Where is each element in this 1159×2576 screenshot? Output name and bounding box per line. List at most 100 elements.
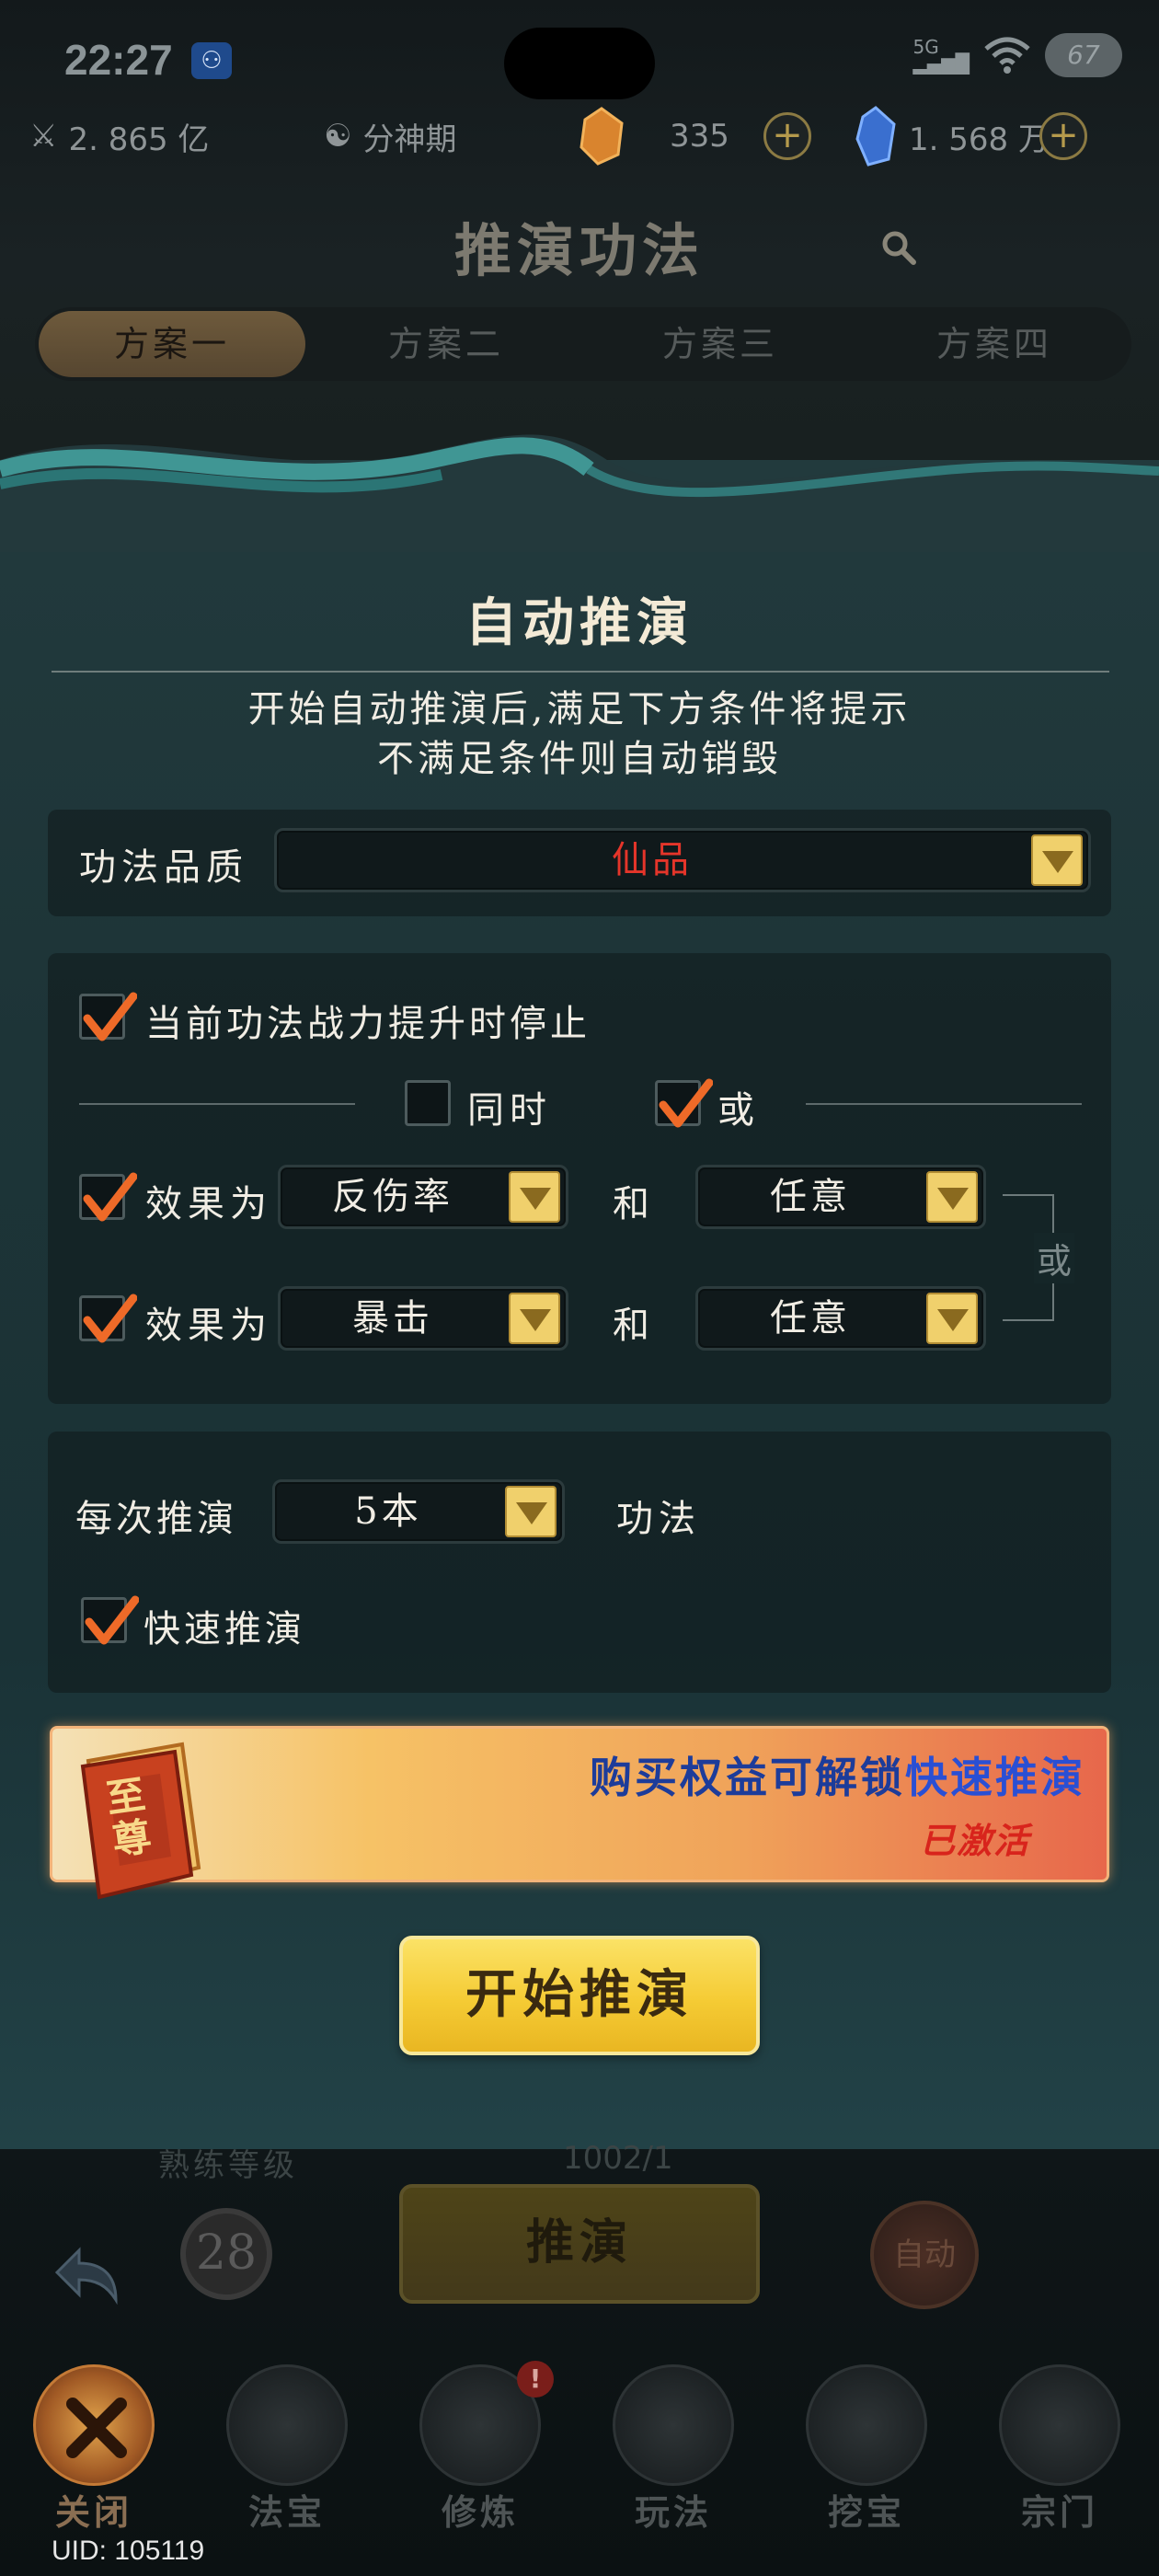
tooth-icon: ⚇ xyxy=(191,42,232,79)
chevron-down-icon[interactable] xyxy=(926,1171,978,1223)
effect-2-value-dropdown[interactable]: 任意 xyxy=(695,1286,986,1351)
mode-or-label: 或 xyxy=(717,1089,760,1132)
deduce-settings-card xyxy=(48,1432,1111,1693)
per-deduce-unit: 功法 xyxy=(616,1498,701,1540)
deduce-count: 1002/1 xyxy=(563,2140,673,2177)
per-deduce-label: 每次推演 xyxy=(75,1498,237,1540)
nav-item-sect[interactable]: 宗门 xyxy=(977,2364,1142,2548)
add-gem-button[interactable]: + xyxy=(1039,112,1087,160)
effect-1-checkbox[interactable] xyxy=(79,1172,137,1222)
banner-text: 购买权益可解锁快速推演 xyxy=(515,1744,1085,1805)
page-title: 推演功法 xyxy=(453,217,705,284)
checkmark-icon xyxy=(659,1078,713,1128)
fast-deduce-label: 快速推演 xyxy=(143,1608,305,1650)
effect-2-and: 和 xyxy=(613,1305,655,1347)
pagoda-icon xyxy=(999,2364,1120,2486)
wifi-icon xyxy=(984,37,1030,74)
nav-item-close[interactable]: 关闭 xyxy=(11,2364,177,2548)
nav-item-label: 宗门 xyxy=(1020,2491,1098,2533)
per-deduce-dropdown[interactable]: 5本 xyxy=(272,1479,565,1544)
checkmark-icon xyxy=(83,1294,137,1343)
yin-yang-icon: ☯ xyxy=(324,118,352,155)
nav-item-label: 玩法 xyxy=(634,2491,712,2533)
chevron-down-icon[interactable] xyxy=(509,1171,560,1223)
artifact-icon xyxy=(226,2364,348,2486)
spirit-stone-value: 335 xyxy=(670,118,729,155)
camera-notch xyxy=(504,28,655,99)
effect-2-value: 任意 xyxy=(770,1297,851,1340)
chevron-down-icon[interactable] xyxy=(1031,834,1083,886)
nav-item-label: 关闭 xyxy=(54,2491,132,2533)
nav-item-gameplay[interactable]: 玩法 xyxy=(591,2364,756,2548)
effect-2-type-dropdown[interactable]: 暴击 xyxy=(278,1286,568,1351)
battery-indicator: 67 xyxy=(1045,33,1122,77)
search-icon[interactable] xyxy=(879,228,918,267)
or-group-label: 或 xyxy=(1034,1233,1074,1283)
tab-plan-4[interactable]: 方案四 xyxy=(861,311,1128,377)
effect-1-type-value: 反伤率 xyxy=(332,1176,453,1218)
intro-line-2: 不满足条件则自动销毁 xyxy=(377,738,782,780)
power-value: 2. 865 亿 xyxy=(68,121,210,158)
effect-2-label: 效果为 xyxy=(145,1305,272,1347)
auto-button[interactable]: 自动 xyxy=(870,2201,979,2309)
book-title: 至尊 xyxy=(103,1771,155,1864)
user-id: UID: 105119 xyxy=(52,2536,205,2566)
mode-or-checkbox[interactable] xyxy=(655,1078,713,1128)
banner-text-highlight: 快速推演 xyxy=(905,1753,1085,1802)
quality-dropdown[interactable]: 仙品 xyxy=(274,828,1091,892)
gem-value: 1. 568 万 xyxy=(909,121,1050,158)
cultivation-alert-badge: ! xyxy=(517,2361,554,2398)
proficiency-level: 28 xyxy=(180,2208,272,2300)
add-spirit-stone-button[interactable]: + xyxy=(763,112,811,160)
mode-both-checkbox[interactable] xyxy=(405,1080,451,1126)
tab-plan-1[interactable]: 方案一 xyxy=(39,311,305,377)
blue-crystal-icon xyxy=(855,106,896,167)
effect-2-type-value: 暴击 xyxy=(352,1297,433,1340)
chevron-down-icon[interactable] xyxy=(509,1293,560,1344)
gem-resource: 1. 568 万 xyxy=(854,106,1050,167)
status-time: 22:27 xyxy=(64,36,173,84)
quality-label: 功法品质 xyxy=(79,846,248,889)
start-deduce-button[interactable]: 开始推演 xyxy=(399,1936,760,2055)
fast-deduce-checkbox[interactable] xyxy=(81,1595,139,1645)
stop-on-power-up-checkbox[interactable] xyxy=(79,992,137,1041)
shovel-icon xyxy=(806,2364,927,2486)
divider-left xyxy=(79,1103,355,1105)
add-spirit-stone-area[interactable]: + xyxy=(763,109,811,164)
intro-line-1: 开始自动推演后,满足下方条件将提示 xyxy=(247,688,912,730)
effect-1-value: 任意 xyxy=(770,1176,851,1218)
deduce-button[interactable]: 推演 xyxy=(399,2184,760,2304)
effect-1-type-dropdown[interactable]: 反伤率 xyxy=(278,1165,568,1229)
checkmark-icon xyxy=(83,1172,137,1222)
tab-plan-2[interactable]: 方案二 xyxy=(313,311,580,377)
add-gem-area[interactable]: + xyxy=(1039,109,1087,164)
nav-item-treasure[interactable]: 挖宝 xyxy=(784,2364,949,2548)
power-resource: ⚔ 2. 865 亿 xyxy=(29,109,209,164)
amber-gem-icon xyxy=(580,107,624,166)
nav-item-label: 修炼 xyxy=(441,2491,519,2533)
realm-value: 分神期 xyxy=(362,121,457,158)
effect-1-value-dropdown[interactable]: 任意 xyxy=(695,1165,986,1229)
checkmark-icon xyxy=(83,992,137,1041)
divider-right xyxy=(806,1103,1082,1105)
effect-1-label: 效果为 xyxy=(145,1183,272,1225)
realm-resource: ☯ 分神期 xyxy=(324,109,456,164)
network-type: 5G xyxy=(912,36,939,58)
stop-on-power-up-label: 当前功法战力提升时停止 xyxy=(145,1003,591,1045)
chevron-down-icon[interactable] xyxy=(926,1293,978,1344)
effect-2-checkbox[interactable] xyxy=(79,1294,137,1343)
plan-tabs: 方案一 方案二 方案三 方案四 xyxy=(35,307,1131,381)
chevron-down-icon[interactable] xyxy=(505,1486,557,1537)
gameplay-icon xyxy=(613,2364,734,2486)
signal-icon: 5G ▂▄▆█ xyxy=(912,36,970,75)
back-arrow-icon[interactable] xyxy=(52,2236,131,2315)
title-divider xyxy=(52,671,1109,673)
activated-status: 已激活 xyxy=(919,1820,1030,1861)
nav-item-artifact[interactable]: 法宝 xyxy=(204,2364,370,2548)
dialog-intro: 开始自动推演后,满足下方条件将提示 不满足条件则自动销毁 xyxy=(0,684,1159,784)
quality-value: 仙品 xyxy=(612,839,693,881)
mode-both-label: 同时 xyxy=(467,1089,552,1132)
tab-plan-3[interactable]: 方案三 xyxy=(587,311,854,377)
per-deduce-value: 5本 xyxy=(354,1490,422,1533)
nav-item-label: 挖宝 xyxy=(827,2491,905,2533)
